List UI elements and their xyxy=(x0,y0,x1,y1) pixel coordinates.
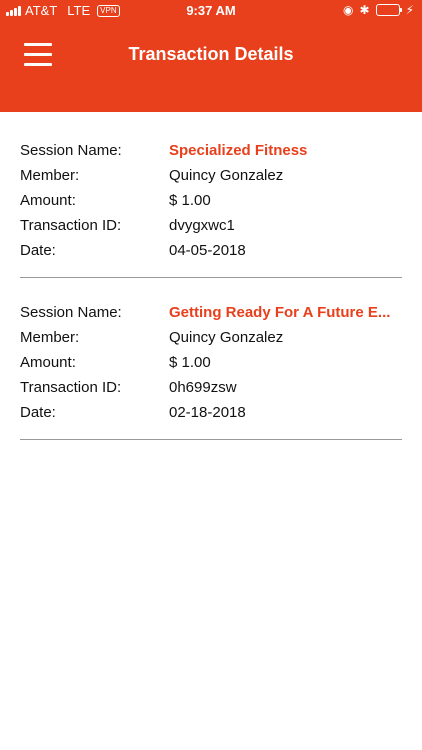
amount-row: Amount: $ 1.00 xyxy=(20,188,402,213)
rotation-lock-icon: ◉ xyxy=(343,3,354,17)
session-name-label: Session Name: xyxy=(20,304,122,321)
date-row: Date: 02-18-2018 xyxy=(20,400,402,425)
transaction-list: Session Name: Specialized Fitness Member… xyxy=(20,138,402,462)
member-value: Quincy Gonzalez xyxy=(169,167,284,184)
transaction-id-row: Transaction ID: dvygxwc1 xyxy=(20,213,402,238)
member-label: Member: xyxy=(20,167,80,184)
status-bar: AT&T LTE VPN 9:37 AM ◉ ✱ ⚡ xyxy=(0,0,422,22)
date-value: 02-18-2018 xyxy=(169,404,246,421)
session-name-link[interactable]: Getting Ready For A Future E... xyxy=(169,304,402,321)
amount-label: Amount: xyxy=(20,354,76,371)
date-value: 04-05-2018 xyxy=(169,242,246,259)
session-name-label: Session Name: xyxy=(20,142,122,159)
date-row: Date: 04-05-2018 xyxy=(20,238,402,263)
transaction-id-label: Transaction ID: xyxy=(20,217,122,234)
session-name-link[interactable]: Specialized Fitness xyxy=(169,142,402,159)
date-label: Date: xyxy=(20,404,56,421)
amount-row: Amount: $ 1.00 xyxy=(20,350,402,375)
member-label: Member: xyxy=(20,329,80,346)
amount-label: Amount: xyxy=(20,192,76,209)
amount-value: $ 1.00 xyxy=(169,354,211,371)
member-row: Member: Quincy Gonzalez xyxy=(20,325,402,350)
transaction-card: Session Name: Specialized Fitness Member… xyxy=(20,138,402,278)
transaction-id-value: dvygxwc1 xyxy=(169,217,235,234)
session-name-row: Session Name: Getting Ready For A Future… xyxy=(20,300,402,325)
page-title: Transaction Details xyxy=(128,44,294,64)
app-header: AT&T LTE VPN 9:37 AM ◉ ✱ ⚡ Transaction D… xyxy=(0,0,422,112)
charging-icon: ⚡ xyxy=(405,3,414,17)
session-name-row: Session Name: Specialized Fitness xyxy=(20,138,402,163)
amount-value: $ 1.00 xyxy=(169,192,211,209)
transaction-id-row: Transaction ID: 0h699zsw xyxy=(20,375,402,400)
member-value: Quincy Gonzalez xyxy=(169,329,284,346)
member-row: Member: Quincy Gonzalez xyxy=(20,163,402,188)
bluetooth-icon: ✱ xyxy=(359,3,370,17)
date-label: Date: xyxy=(20,242,56,259)
transaction-id-label: Transaction ID: xyxy=(20,379,122,396)
transaction-card: Session Name: Getting Ready For A Future… xyxy=(20,300,402,440)
transaction-id-value: 0h699zsw xyxy=(169,379,237,396)
battery-icon xyxy=(375,4,402,16)
